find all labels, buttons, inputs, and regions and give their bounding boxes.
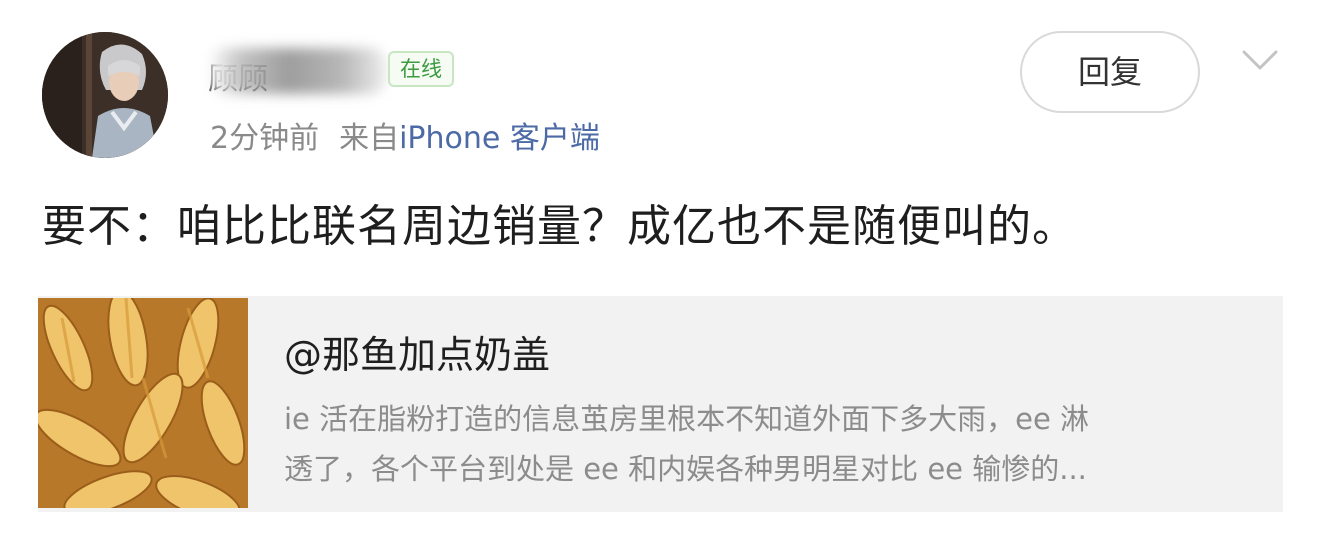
avatar[interactable]	[42, 32, 168, 158]
avatar-image	[42, 32, 168, 158]
comment-text: 要不：咱比比联名周边销量？成亿也不是随便叫的。	[42, 201, 1077, 252]
username-blur-mask	[208, 48, 386, 94]
online-status-badge: 在线	[388, 51, 454, 87]
quoted-post-excerpt: ie 活在脂粉打造的信息茧房里根本不知道外面下多大雨，ee 淋 透了，各个平台到…	[284, 394, 1264, 494]
source-device-link[interactable]: iPhone 客户端	[399, 121, 600, 156]
reply-button[interactable]: 回复	[1020, 31, 1200, 113]
comment-time: 2分钟前	[210, 121, 320, 156]
source-prefix: 来自	[339, 121, 400, 156]
sunflower-seeds-image	[38, 298, 248, 508]
quoted-post-author[interactable]: @那鱼加点奶盖	[284, 324, 550, 379]
excerpt-line: 透了，各个平台到处是 ee 和内娱各种男明星对比 ee 输惨的...	[284, 452, 1087, 486]
excerpt-line: ie 活在脂粉打造的信息茧房里根本不知道外面下多大雨，ee 淋	[284, 402, 1090, 436]
comment-meta: 2分钟前 来自iPhone 客户端	[210, 113, 600, 157]
username[interactable]: 顾顾	[208, 48, 386, 97]
quoted-post-card[interactable]: @那鱼加点奶盖 ie 活在脂粉打造的信息茧房里根本不知道外面下多大雨，ee 淋 …	[38, 296, 1283, 512]
quoted-post-thumbnail[interactable]	[38, 298, 248, 508]
chevron-down-icon[interactable]	[1240, 44, 1280, 74]
